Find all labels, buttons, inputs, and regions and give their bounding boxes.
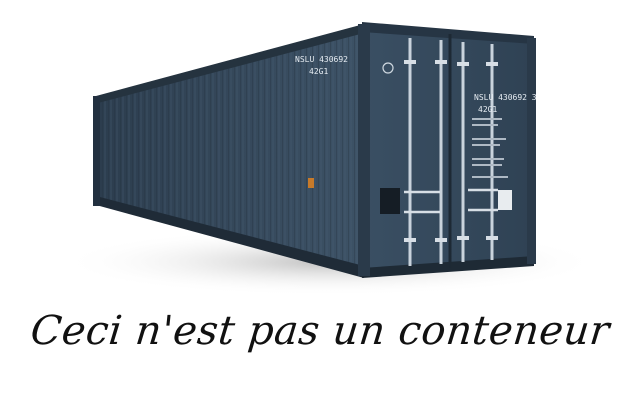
door-container-code: NSLU 430692 3 xyxy=(474,93,537,102)
side-warning-plate xyxy=(308,178,314,188)
caption-text: Ceci n'est pas un conteneur xyxy=(28,308,612,354)
door-label-plate xyxy=(498,190,512,210)
side-size-type-code: 42G1 xyxy=(309,67,328,76)
side-container-code: NSLU 430692 xyxy=(295,55,348,64)
container-door xyxy=(358,22,536,278)
door-csc-plate xyxy=(380,188,400,214)
door-size-type-code: 42G1 xyxy=(478,105,497,114)
